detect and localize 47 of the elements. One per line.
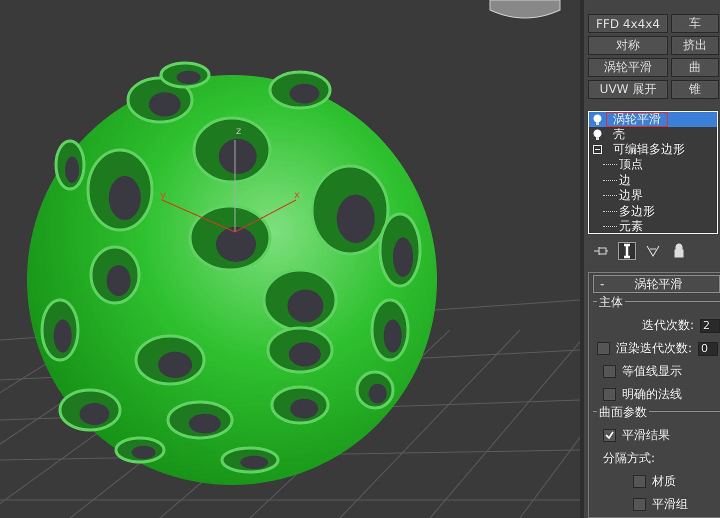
option-label: 分隔方式:: [603, 450, 656, 467]
collapse-sign: -: [600, 277, 604, 291]
sub-object-item[interactable]: 元素: [589, 219, 717, 233]
rollout-title: 涡轮平滑: [634, 276, 682, 292]
sub-object-item[interactable]: 顶点: [589, 157, 717, 172]
modifier-button[interactable]: FFD 4x4x4: [588, 14, 668, 33]
checkbox[interactable]: [603, 365, 616, 378]
stack-item-label: 涡轮平滑: [606, 112, 668, 127]
axis-label: y: [160, 190, 166, 201]
modifier-button[interactable]: 涡轮平滑: [588, 58, 668, 77]
checkbox[interactable]: [603, 429, 616, 442]
option-label: 材质: [652, 473, 676, 490]
stack-item-label: 可编辑多边形: [612, 142, 686, 157]
ibeam-icon[interactable]: [618, 242, 636, 260]
light-bulb-icon[interactable]: [593, 128, 602, 140]
option-label: 明确的法线: [622, 386, 682, 403]
group-title: 曲面参数: [597, 404, 649, 421]
option-label: 渲染迭代次数:: [616, 340, 692, 357]
checkbox[interactable]: [603, 388, 616, 401]
modifier-button[interactable]: UVW 展开: [588, 80, 668, 99]
group-title: 主体: [597, 294, 625, 311]
spinner-field[interactable]: 2: [700, 318, 720, 332]
spinner-field[interactable]: 0: [698, 342, 718, 356]
axis-label: x: [294, 190, 300, 201]
stack-item[interactable]: 可编辑多边形: [589, 142, 717, 157]
checkbox[interactable]: [633, 498, 646, 511]
modifier-button[interactable]: 对称: [588, 36, 668, 55]
sub-object-item[interactable]: 多边形: [589, 204, 717, 219]
axis-label: z: [236, 126, 242, 137]
stack-item[interactable]: 壳: [589, 127, 717, 142]
sub-object-item[interactable]: 边界: [589, 188, 717, 204]
axis-gizmo-icon: [162, 140, 296, 232]
modifier-button[interactable]: 车: [671, 14, 719, 33]
checkbox[interactable]: [597, 342, 610, 355]
modifier-button[interactable]: 挤出: [671, 36, 719, 55]
sub-object-item[interactable]: 边: [589, 172, 717, 188]
option-label: 等值线显示: [622, 363, 682, 380]
stack-item-label: 壳: [612, 127, 626, 142]
rollout-header[interactable]: - 涡轮平滑: [593, 275, 720, 293]
collapse-icon[interactable]: [593, 145, 602, 154]
modifier-button[interactable]: 曲: [671, 58, 719, 77]
option-label: 平滑组: [652, 496, 688, 513]
option-label: 平滑结果: [622, 427, 670, 444]
view-cube-icon[interactable]: [490, 0, 560, 18]
checkbox[interactable]: [633, 475, 646, 488]
option-label: 迭代次数:: [642, 317, 694, 334]
modifier-button[interactable]: 锥: [671, 80, 719, 99]
